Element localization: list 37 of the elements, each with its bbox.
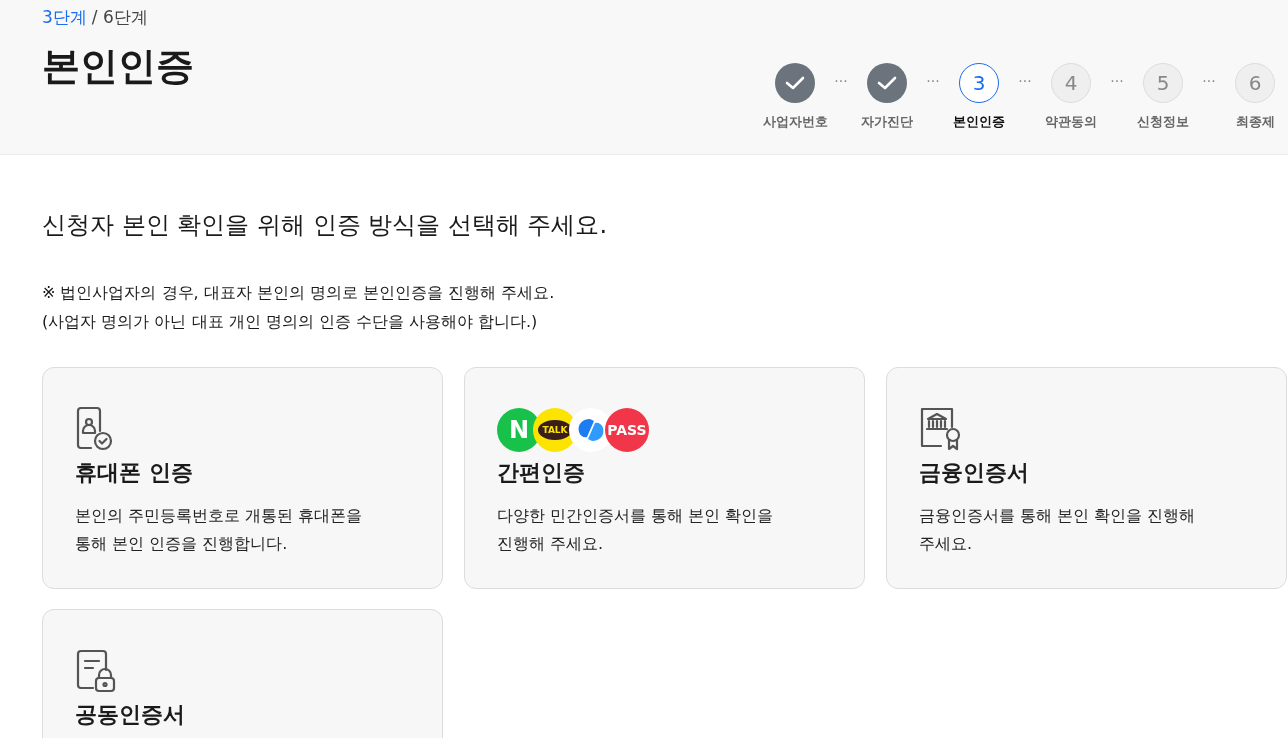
method-description: 금융인증서를 통해 본인 확인을 진행해 주세요. — [919, 505, 1196, 555]
step-number: 6 — [1248, 71, 1262, 95]
step-separator: ··· — [1109, 73, 1125, 89]
step-number: 4 — [1064, 71, 1078, 95]
method-description: 다양한 민간인증서를 통해 본인 확인을 진행해 주세요. — [497, 505, 774, 555]
check-icon — [877, 75, 897, 91]
method-title: 공동인증서 — [75, 701, 185, 729]
step-separator: ··· — [1201, 73, 1217, 89]
notice-text: ※ 법인사업자의 경우, 대표자 본인의 명의로 본인인증을 진행해 주세요. — [42, 283, 556, 304]
auth-method-card[interactable]: 휴대폰 인증 본인의 주민등록번호로 개통된 휴대폰을 통해 본인 인증을 진행합니다. — [42, 367, 443, 589]
step-separator: ··· — [1017, 73, 1033, 89]
notice-text: (사업자 명의가 아닌 대표 개인 명의의 인증 수단을 사용해야 합니다.) — [42, 312, 539, 333]
step-label: 사업자번호 — [762, 113, 828, 131]
page-title: 본인인증 — [42, 43, 194, 90]
bank-certificate-icon — [919, 406, 963, 452]
pass-logo: PASS — [605, 408, 649, 452]
step-label: 자가진단 — [861, 113, 913, 131]
instruction-text: 신청자 본인 확인을 위해 인증 방식을 선택해 주세요. — [42, 210, 609, 241]
step-label: 본인인증 — [953, 113, 1005, 131]
method-description: 본인의 주민등록번호로 개통된 휴대폰을 통해 본인 인증을 진행합니다. — [75, 505, 363, 555]
step-label: 약관동의 — [1045, 113, 1097, 131]
auth-method-card[interactable]: 금융인증서 금융인증서를 통해 본인 확인을 진행해 주세요. — [886, 367, 1287, 589]
step-number: 5 — [1156, 71, 1170, 95]
phone-person-check-icon — [75, 406, 115, 452]
step-number: 3 — [972, 71, 986, 95]
step-separator: ··· — [833, 73, 849, 89]
current-step-text: 3단계 — [42, 6, 87, 29]
step-label: 최종제 — [1235, 113, 1275, 131]
total-steps-text: / 6단계 — [91, 6, 148, 29]
auth-method-card[interactable]: 공동인증서 — [42, 609, 443, 738]
auth-method-card[interactable]: N TALK PASS 간편인증 다양한 민간인증서를 통해 본인 확인을 진행해 주세요. — [464, 367, 865, 589]
check-icon — [785, 75, 805, 91]
step-label: 신청정보 — [1137, 113, 1189, 131]
step-separator: ··· — [925, 73, 941, 89]
method-title: 간편인증 — [497, 459, 585, 487]
method-title: 휴대폰 인증 — [75, 459, 193, 487]
method-title: 금융인증서 — [919, 459, 1029, 487]
